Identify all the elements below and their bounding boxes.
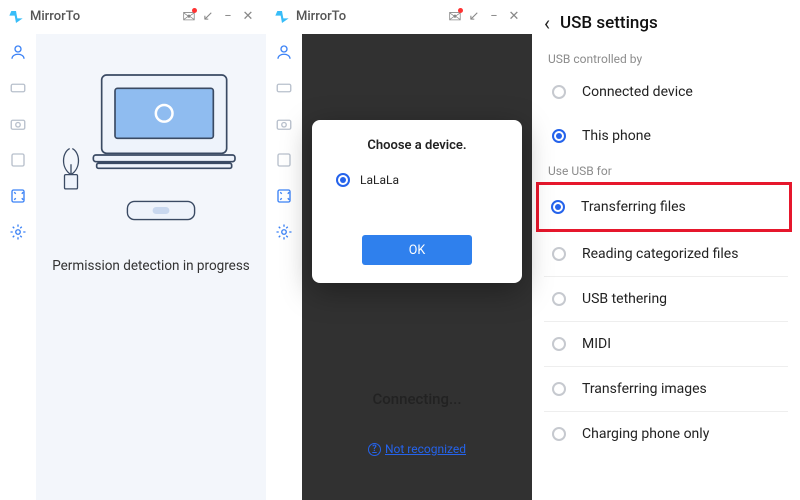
option-label: Transferring images [582,381,707,397]
back-icon[interactable]: ‹ [544,11,550,35]
option-label: USB tethering [582,291,667,307]
option-this-phone[interactable]: This phone [532,114,800,158]
option-label: Reading categorized files [582,246,738,262]
nav-user-icon[interactable] [274,42,294,62]
minimize-icon[interactable]: − [484,9,504,24]
nav-record-icon[interactable] [8,150,28,170]
titlebar: MirrorTo ✉ ↙ − ✕ [266,0,532,34]
nav-settings-icon[interactable] [8,222,28,242]
minimize-icon[interactable]: − [218,9,238,24]
bottom-nav [0,387,36,500]
nav-keyboard-icon[interactable] [274,78,294,98]
settings-header: ‹ USB settings [532,0,800,46]
choose-device-modal: Choose a device. LaLaLa OK [312,120,522,283]
nav-record-icon[interactable] [274,150,294,170]
radio-off-icon [552,85,566,99]
option-label: Transferring files [581,199,686,215]
page-title: USB settings [560,13,658,33]
option-transferring-files[interactable]: Transferring files [539,185,789,229]
option-label: Connected device [582,84,693,100]
nav-expand-icon[interactable] [274,186,294,206]
option-transferring-images[interactable]: Transferring images [532,367,800,411]
nav-camera-icon[interactable] [274,114,294,134]
usb-settings-panel: ‹ USB settings USB controlled by Connect… [532,0,800,500]
radio-selected-icon [552,129,566,143]
option-label: Charging phone only [582,426,709,442]
close-icon[interactable]: ✕ [504,9,524,24]
not-recognized-label: Not recognized [385,442,466,456]
option-reading-categorized[interactable]: Reading categorized files [532,232,800,276]
pin-icon[interactable]: ↙ [464,9,484,24]
option-usb-tethering[interactable]: USB tethering [532,277,800,321]
connecting-text: Connecting... [372,390,461,408]
status-text: Permission detection in progress [52,258,250,274]
close-icon[interactable]: ✕ [238,9,258,24]
section-label: USB controlled by [532,46,800,70]
nav-user-icon[interactable] [8,42,28,62]
radio-selected-icon [551,200,565,214]
radio-selected-icon [336,173,350,187]
device-illustration [56,64,246,224]
pin-icon[interactable]: ↙ [198,9,218,24]
nav-keyboard-icon[interactable] [8,78,28,98]
nav-expand-icon[interactable] [8,186,28,206]
nav-settings-icon[interactable] [274,222,294,242]
radio-off-icon [552,337,566,351]
highlight-box: Transferring files [536,182,792,232]
device-name: LaLaLa [360,173,399,187]
ok-button[interactable]: OK [362,235,472,265]
not-recognized-link[interactable]: ? Not recognized [368,442,466,456]
option-label: This phone [582,128,651,144]
app-title: MirrorTo [296,9,446,24]
option-connected-device[interactable]: Connected device [532,70,800,114]
app-logo-icon [274,9,290,25]
main-area: Permission detection in progress [36,34,266,500]
radio-off-icon [552,427,566,441]
device-option[interactable]: LaLaLa [328,173,506,187]
main-area: Connecting... ? Not recognized Choose a d… [302,34,532,500]
mail-icon[interactable]: ✉ [180,7,198,26]
radio-off-icon [552,382,566,396]
option-midi[interactable]: MIDI [532,322,800,366]
modal-title: Choose a device. [328,138,506,153]
titlebar: MirrorTo ✉ ↙ − ✕ [0,0,266,34]
section-label: Use USB for [532,158,800,182]
app-title: MirrorTo [30,9,180,24]
help-icon: ? [368,443,381,456]
bottom-nav [266,387,302,500]
radio-off-icon [552,292,566,306]
nav-camera-icon[interactable] [8,114,28,134]
mail-icon[interactable]: ✉ [446,7,464,26]
app-logo-icon [8,9,24,25]
mirrorto-window-2: MirrorTo ✉ ↙ − ✕ Connecting... ? Not reco… [266,0,532,500]
option-charging-only[interactable]: Charging phone only [532,412,800,456]
radio-off-icon [552,247,566,261]
option-label: MIDI [582,336,611,352]
mirrorto-window-1: MirrorTo ✉ ↙ − ✕ Permission detection in… [0,0,266,500]
